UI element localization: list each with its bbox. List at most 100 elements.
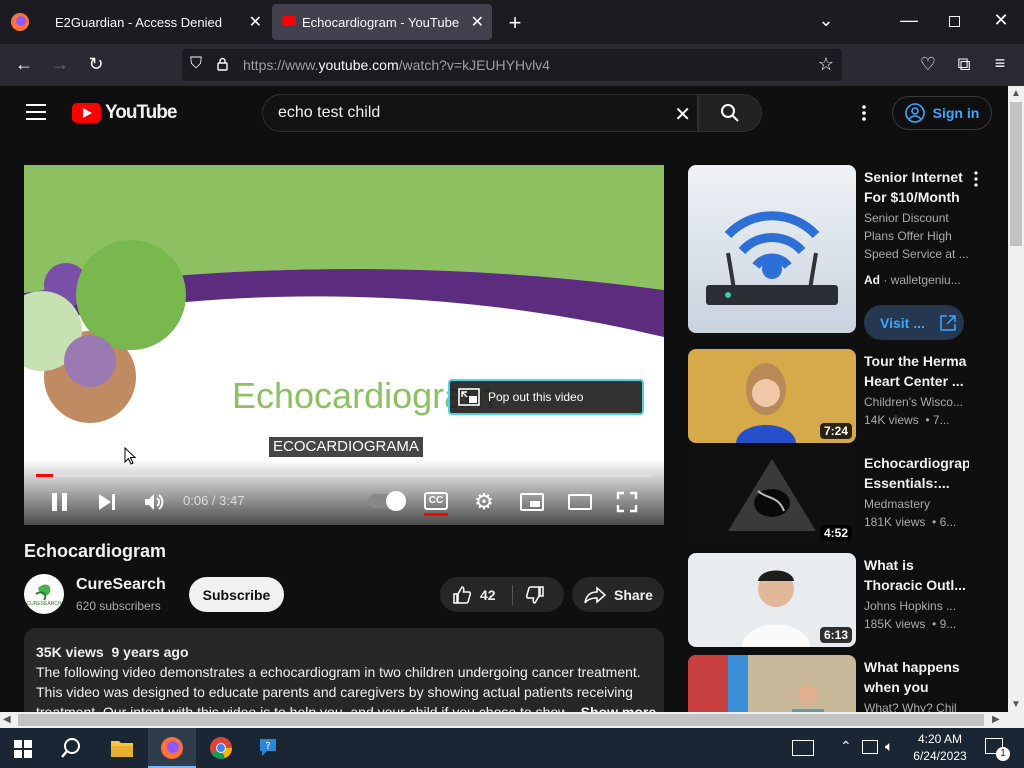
news-widget-icon[interactable] [792, 740, 814, 756]
channel-avatar[interactable]: CURESEARCH [24, 574, 64, 614]
notification-center-icon[interactable]: 1 [985, 738, 1010, 761]
fullscreen-icon[interactable] [616, 491, 638, 513]
clear-search-icon[interactable]: ✕ [674, 102, 691, 127]
duration-badge: 7:24 [819, 423, 852, 439]
scroll-right-arrow-icon[interactable]: ▶ [992, 714, 1000, 725]
close-tab-icon[interactable]: ✕ [249, 12, 262, 32]
url-path: /watch?v=kJEUHYHvlv4 [398, 57, 550, 73]
scroll-thumb[interactable] [18, 714, 984, 726]
ad-title[interactable]: Senior Internet For $10/Month [864, 167, 969, 207]
progress-track[interactable] [36, 474, 652, 477]
recommendation-item[interactable]: What happens when you wea... What? Why? … [688, 655, 998, 712]
recommendation-title[interactable]: Tour the Herma Heart Center ... [864, 351, 969, 391]
search-input[interactable]: echo test child ✕ [262, 94, 698, 132]
browser-tab-bar: E2Guardian - Access Denied ✕ Echocardiog… [0, 0, 1024, 44]
time-display: 0:06 / 3:47 [183, 493, 245, 508]
recommendation-channel[interactable]: Children's Wisco... [864, 393, 969, 411]
tab-title: E2Guardian - Access Denied [55, 14, 222, 30]
ad-thumbnail[interactable] [688, 165, 856, 333]
sign-in-button[interactable]: Sign in [892, 96, 992, 130]
recommendation-item[interactable]: 4:52 Echocardiograph Essentials:... Medm… [688, 451, 998, 545]
volume-muted-icon[interactable]: 🔈︎ [885, 738, 893, 755]
autoplay-toggle[interactable] [368, 491, 406, 511]
recommendation-title[interactable]: What is Thoracic Outl... [864, 555, 969, 595]
ad-description: Senior Discount Plans Offer High Speed S… [864, 211, 969, 261]
visit-ad-button[interactable]: Visit ... [864, 305, 964, 340]
extensions-icon[interactable]: ⧉ [952, 54, 976, 75]
scroll-down-arrow-icon[interactable]: ▼ [1011, 699, 1021, 710]
like-dislike-group: 42 [440, 577, 564, 612]
recommendation-channel[interactable]: What? Why? Chil [864, 699, 969, 712]
list-tabs-chevron-icon[interactable]: ⌄ [815, 10, 837, 31]
ad-menu-kebab-icon[interactable] [972, 171, 980, 187]
tab-youtube-active[interactable]: Echocardiogram - YouTube ✕ [272, 4, 492, 40]
scroll-left-arrow-icon[interactable]: ◀ [3, 714, 11, 725]
scroll-thumb[interactable] [1010, 102, 1022, 246]
shield-icon[interactable]: ⛉ [190, 55, 202, 73]
tab-access-denied[interactable]: E2Guardian - Access Denied ✕ [42, 0, 270, 44]
recommendation-title[interactable]: What happens when you wea... [864, 657, 969, 697]
picture-in-picture-icon [458, 388, 480, 406]
close-tab-icon[interactable]: ✕ [471, 12, 484, 32]
firefox-taskbar-icon[interactable] [148, 728, 196, 768]
clock[interactable]: 4:20 AM 6/24/2023 [904, 731, 976, 765]
windows-start-icon[interactable] [14, 740, 32, 758]
video-thumbnail[interactable]: 4:52 [688, 451, 856, 545]
app-menu-icon[interactable]: ≡ [988, 53, 1012, 74]
recommendation-item[interactable]: 6:13 What is Thoracic Outl... Johns Hopk… [688, 553, 998, 647]
url-bar[interactable]: ⛉ https://www. youtube.com/watch?v=kJEUHY… [182, 49, 842, 81]
file-explorer-icon[interactable] [110, 738, 134, 758]
search-button[interactable] [698, 94, 762, 132]
recommendation-ad[interactable]: Senior Internet For $10/Month Senior Dis… [688, 165, 998, 340]
theater-mode-icon[interactable] [568, 494, 592, 510]
visit-label: Visit ... [880, 314, 925, 331]
miniplayer-icon[interactable] [520, 493, 544, 511]
like-button[interactable]: 42 [440, 577, 512, 612]
help-chat-icon[interactable]: ? [258, 736, 282, 760]
pop-out-video-button[interactable]: Pop out this video [448, 379, 644, 415]
share-button[interactable]: Share [572, 577, 664, 612]
network-icon[interactable] [862, 740, 878, 754]
back-arrow-icon[interactable]: ← [12, 54, 36, 75]
tab-title: Echocardiogram - YouTube [302, 14, 460, 30]
like-count: 42 [480, 586, 496, 603]
firefox-menu-icon[interactable] [10, 12, 30, 32]
pocket-icon[interactable]: ♡ [916, 54, 940, 75]
captions-cc-icon[interactable]: CC [424, 492, 448, 510]
lock-icon[interactable] [217, 57, 228, 71]
recommendation-item[interactable]: 7:24 Tour the Herma Heart Center ... Chi… [688, 349, 998, 443]
chrome-icon[interactable] [209, 736, 233, 760]
channel-name[interactable]: CureSearch [76, 576, 166, 594]
settings-gear-icon[interactable]: ⚙ [472, 489, 496, 515]
scroll-up-arrow-icon[interactable]: ▲ [1011, 88, 1021, 99]
minimize-icon[interactable]: — [898, 10, 920, 31]
duration-badge: 4:52 [819, 525, 852, 541]
video-thumbnail[interactable]: 6:13 [688, 553, 856, 647]
guide-menu-icon[interactable] [26, 104, 46, 120]
vertical-scrollbar[interactable]: ▲ ▼ [1008, 86, 1024, 712]
account-icon [904, 103, 925, 123]
close-window-icon[interactable]: ✕ [990, 10, 1012, 31]
volume-icon[interactable] [143, 491, 165, 513]
recommendation-channel[interactable]: Johns Hopkins ... [864, 597, 969, 615]
recommendation-title[interactable]: Echocardiograph Essentials:... [864, 453, 969, 493]
pop-out-label: Pop out this video [488, 390, 584, 404]
search-icon[interactable] [60, 737, 82, 759]
new-tab-plus-icon[interactable]: + [504, 10, 526, 36]
bookmark-star-icon[interactable]: ☆ [818, 54, 834, 75]
tray-chevron-icon[interactable]: ⌃ [840, 738, 852, 755]
pause-icon[interactable] [52, 493, 68, 511]
recommendation-channel[interactable]: Medmastery [864, 495, 969, 513]
maximize-icon[interactable] [949, 16, 960, 27]
dislike-button[interactable] [513, 577, 564, 612]
horizontal-scrollbar[interactable]: ◀ ▶ [0, 712, 1008, 728]
video-thumbnail[interactable]: 7:24 [688, 349, 856, 443]
reload-icon[interactable]: ↻ [84, 54, 108, 75]
video-thumbnail[interactable] [688, 655, 856, 712]
settings-kebab-icon[interactable] [856, 104, 872, 122]
forward-arrow-icon[interactable]: → [48, 54, 72, 75]
subscribe-button[interactable]: Subscribe [189, 577, 284, 612]
next-video-icon[interactable] [97, 492, 117, 512]
youtube-logo[interactable]: YouTube [72, 102, 177, 124]
scrollbar-corner [1008, 712, 1024, 728]
